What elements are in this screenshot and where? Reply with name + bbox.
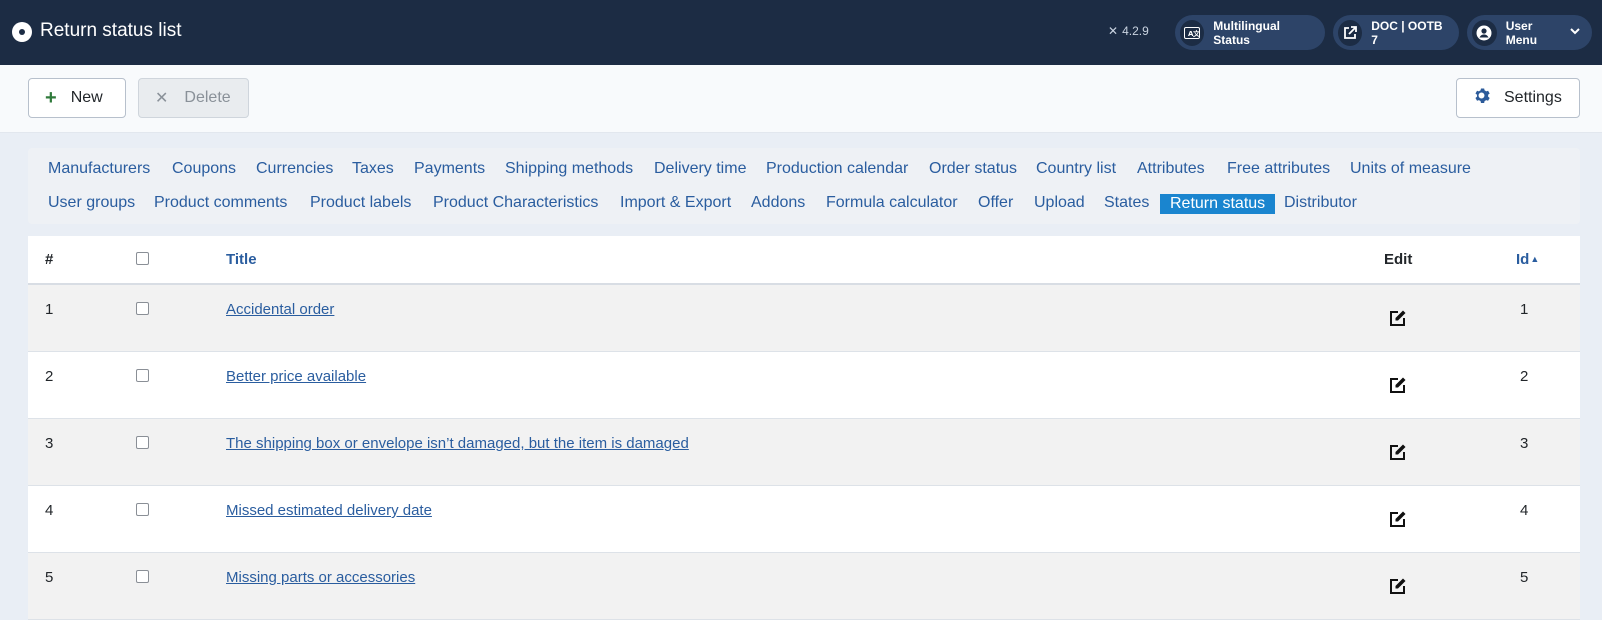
column-header-number: # — [45, 251, 54, 268]
doc-site-button[interactable]: DOC | OOTB 7 — [1333, 15, 1459, 50]
chevron-down-icon — [1570, 27, 1580, 38]
plus-icon: + — [45, 86, 57, 109]
edit-icon[interactable] — [1389, 309, 1407, 327]
submenu-taxes[interactable]: Taxes — [352, 160, 394, 178]
column-header-title[interactable]: Title — [226, 251, 257, 268]
top-header: Return status list ✕ 4.2.9 A文 Multilingu… — [0, 0, 1602, 65]
doc-site-label: DOC | OOTB 7 — [1371, 18, 1443, 47]
joomla-mini-icon: ✕ — [1108, 24, 1119, 38]
submenu-user-groups[interactable]: User groups — [48, 194, 135, 212]
toolbar: + New ✕ Delete Settings — [0, 65, 1602, 133]
row-number: 3 — [45, 435, 54, 452]
gear-icon — [1473, 87, 1490, 109]
column-header-edit: Edit — [1384, 251, 1413, 268]
settings-button-label: Settings — [1504, 89, 1562, 106]
language-icon: A文 — [1180, 19, 1205, 46]
new-button-label: New — [70, 89, 103, 106]
row-number: 4 — [45, 502, 54, 519]
submenu-currencies[interactable]: Currencies — [256, 160, 333, 178]
submenu-country-list[interactable]: Country list — [1036, 160, 1116, 178]
component-submenu: Manufacturers Coupons Currencies Taxes P… — [28, 148, 1580, 224]
row-checkbox[interactable] — [136, 369, 149, 386]
table-row: 4 Missed estimated delivery date 4 — [28, 486, 1580, 553]
table-header: # Title Edit Id▲ — [28, 236, 1580, 285]
edit-icon[interactable] — [1389, 577, 1407, 595]
column-header-id[interactable]: Id▲ — [1516, 251, 1539, 268]
row-checkbox[interactable] — [136, 570, 149, 587]
submenu-units-of-measure[interactable]: Units of measure — [1350, 160, 1471, 178]
row-number: 2 — [45, 368, 54, 385]
edit-icon[interactable] — [1389, 510, 1407, 528]
submenu-shipping-methods[interactable]: Shipping methods — [505, 160, 633, 178]
submenu-production-calendar[interactable]: Production calendar — [766, 160, 908, 178]
version-badge: ✕ 4.2.9 — [1108, 24, 1149, 38]
submenu-coupons[interactable]: Coupons — [172, 160, 236, 178]
submenu-free-attributes[interactable]: Free attributes — [1227, 160, 1330, 178]
select-all-checkbox[interactable] — [136, 252, 149, 269]
joomla-logo-icon[interactable] — [12, 22, 32, 42]
settings-button[interactable]: Settings — [1456, 78, 1580, 118]
row-number: 5 — [45, 569, 54, 586]
row-checkbox[interactable] — [136, 436, 149, 453]
row-id: 1 — [1520, 301, 1529, 318]
submenu-addons[interactable]: Addons — [751, 194, 805, 212]
user-menu-button[interactable]: User Menu — [1467, 15, 1592, 50]
submenu-delivery-time[interactable]: Delivery time — [654, 160, 746, 178]
svg-text:文: 文 — [1193, 29, 1200, 38]
submenu-import-export[interactable]: Import & Export — [620, 194, 731, 212]
row-checkbox[interactable] — [136, 302, 149, 319]
return-status-table: # Title Edit Id▲ 1 Accidental order 1 2 … — [28, 236, 1580, 620]
submenu-upload[interactable]: Upload — [1034, 194, 1085, 212]
row-checkbox[interactable] — [136, 503, 149, 520]
table-row: 3 The shipping box or envelope isn’t dam… — [28, 419, 1580, 486]
close-icon: ✕ — [155, 90, 169, 107]
external-link-icon — [1338, 19, 1363, 46]
submenu-order-status[interactable]: Order status — [929, 160, 1017, 178]
edit-icon[interactable] — [1389, 376, 1407, 394]
multilingual-status-button[interactable]: A文 Multilingual Status — [1175, 15, 1325, 50]
submenu-manufacturers[interactable]: Manufacturers — [48, 160, 150, 178]
row-title-link[interactable]: Missed estimated delivery date — [226, 502, 432, 519]
submenu-attributes[interactable]: Attributes — [1137, 160, 1205, 178]
submenu-formula-calculator[interactable]: Formula calculator — [826, 194, 958, 212]
new-button[interactable]: + New — [28, 78, 126, 118]
submenu-product-labels[interactable]: Product labels — [310, 194, 411, 212]
submenu-payments[interactable]: Payments — [414, 160, 485, 178]
column-header-id-label: Id — [1516, 251, 1530, 268]
submenu-states[interactable]: States — [1104, 194, 1149, 212]
version-text: 4.2.9 — [1122, 24, 1149, 38]
row-title-link[interactable]: Better price available — [226, 368, 366, 385]
page-title: Return status list — [40, 20, 182, 41]
submenu-offer[interactable]: Offer — [978, 194, 1013, 212]
submenu-product-characteristics[interactable]: Product Characteristics — [433, 194, 598, 212]
row-title-link[interactable]: Accidental order — [226, 301, 334, 318]
user-icon — [1472, 19, 1497, 46]
sort-ascending-icon: ▲ — [1530, 254, 1540, 264]
delete-button[interactable]: ✕ Delete — [138, 78, 249, 118]
submenu-product-comments[interactable]: Product comments — [154, 194, 287, 212]
row-number: 1 — [45, 301, 54, 318]
table-row: 5 Missing parts or accessories 5 — [28, 553, 1580, 620]
row-title-link[interactable]: The shipping box or envelope isn’t damag… — [226, 435, 689, 452]
submenu-distributor[interactable]: Distributor — [1284, 194, 1357, 212]
row-title-link[interactable]: Missing parts or accessories — [226, 569, 415, 586]
submenu-return-status[interactable]: Return status — [1160, 194, 1276, 214]
table-row: 2 Better price available 2 — [28, 352, 1580, 419]
multilingual-status-label: Multilingual Status — [1213, 18, 1280, 47]
table-row: 1 Accidental order 1 — [28, 285, 1580, 352]
row-id: 2 — [1520, 368, 1529, 385]
row-id: 3 — [1520, 435, 1529, 452]
row-id: 5 — [1520, 569, 1529, 586]
row-id: 4 — [1520, 502, 1529, 519]
delete-button-label: Delete — [184, 89, 231, 106]
user-menu-label: User Menu — [1505, 18, 1538, 47]
edit-icon[interactable] — [1389, 443, 1407, 461]
